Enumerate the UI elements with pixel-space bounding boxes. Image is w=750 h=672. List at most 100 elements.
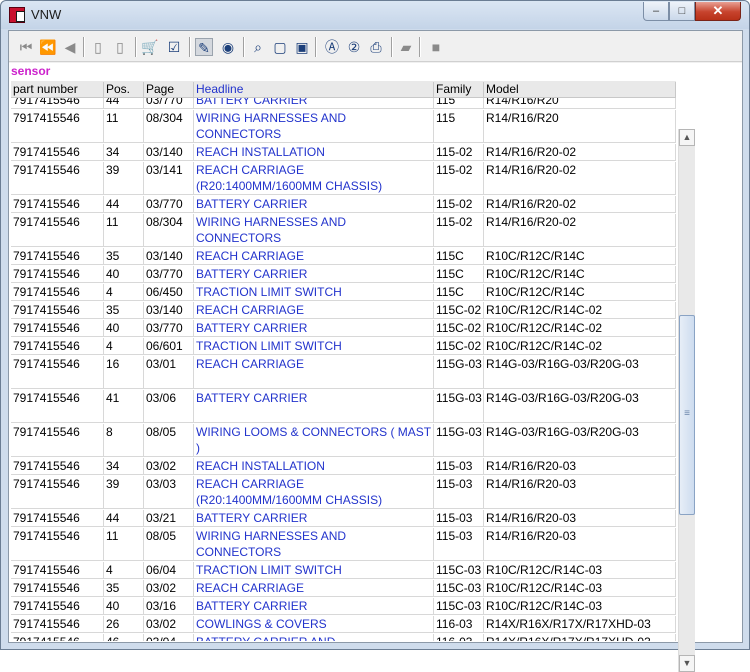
cell-pos: 40: [104, 266, 144, 283]
cell-page: 08/05: [144, 424, 194, 457]
cell-pos: 35: [104, 302, 144, 319]
table-row[interactable]: 7917415546 35 03/02 REACH CARRIAGE 115C-03 R1…: [11, 579, 676, 597]
cell-page: 03/03: [144, 476, 194, 509]
cell-pos: 16: [104, 356, 144, 389]
cell-family: 115-03: [434, 528, 484, 561]
cell-pos: 26: [104, 616, 144, 633]
table-row[interactable]: 7917415546 8 08/05 WIRING LOOMS & CONNECTOR…: [11, 423, 676, 457]
cell-pos: 11: [104, 110, 144, 143]
cell-page: 03/140: [144, 302, 194, 319]
stop-icon[interactable]: ■: [427, 38, 445, 56]
cell-headline: COWLINGS & COVERS: [194, 616, 434, 633]
page-copy-icon[interactable]: ▣: [293, 38, 311, 56]
cell-page: 08/05: [144, 528, 194, 561]
cell-part-number: 7917415546: [11, 616, 104, 633]
results-table[interactable]: part number Pos. Page Headline Family Mo…: [11, 81, 676, 641]
cell-pos: 44: [104, 510, 144, 527]
cell-page: 03/770: [144, 266, 194, 283]
table-row[interactable]: 7917415546 41 03/06 BATTERY CARRIER 115G-03 R…: [11, 389, 676, 423]
cell-page: 03/01: [144, 356, 194, 389]
table-row[interactable]: 7917415546 11 08/304 WIRING HARNESSES AND C…: [11, 213, 676, 247]
globe-icon[interactable]: ◉: [219, 38, 237, 56]
table-row[interactable]: 7917415546 39 03/141 REACH CARRIAGE (R20:14…: [11, 161, 676, 195]
cell-headline: WIRING HARNESSES AND CONNECTORS: [194, 214, 434, 247]
title-bar[interactable]: VNW – □ ✕: [1, 1, 749, 29]
table-row[interactable]: 7917415546 35 03/140 REACH CARRIAGE 115C R10C…: [11, 247, 676, 265]
table-row[interactable]: 7917415546 44 03/770 BATTERY CARRIER 115-02 R…: [11, 195, 676, 213]
pencil-icon[interactable]: ✎: [195, 38, 213, 56]
column-header-part-number[interactable]: part number: [11, 82, 104, 97]
table-row[interactable]: 7917415546 26 03/02 COWLINGS & COVERS 116-03…: [11, 615, 676, 633]
scroll-thumb[interactable]: ≡: [679, 315, 695, 515]
cell-model: R14/R16/R20-03: [484, 528, 676, 561]
cell-model: R14/R16/R20-02: [484, 144, 676, 161]
cell-part-number: 7917415546: [11, 528, 104, 561]
table-row[interactable]: 7917415546 40 03/16 BATTERY CARRIER 115C-03 R…: [11, 597, 676, 615]
table-row[interactable]: 7917415546 34 03/02 REACH INSTALLATION 115-0…: [11, 457, 676, 475]
scroll-down-arrow-icon[interactable]: ▼: [679, 655, 695, 672]
column-header-page[interactable]: Page: [144, 82, 194, 97]
table-row[interactable]: 7917415546 35 03/140 REACH CARRIAGE 115C-02 R…: [11, 301, 676, 319]
search-a-icon[interactable]: Ⓐ: [323, 38, 341, 56]
table-row[interactable]: 7917415546 40 03/770 BATTERY CARRIER 115C-02…: [11, 319, 676, 337]
cell-part-number: 7917415546: [11, 634, 104, 641]
page-back-icon[interactable]: ▯: [89, 38, 107, 56]
table-body: 7917415546 44 03/770 BATTERY CARRIER 115 R14/…: [11, 91, 676, 641]
cell-family: 115C: [434, 248, 484, 265]
cell-headline: REACH INSTALLATION: [194, 458, 434, 475]
checklist-icon[interactable]: ☑: [165, 38, 183, 56]
column-header-headline[interactable]: Headline: [194, 82, 434, 97]
page-icon[interactable]: ▢: [271, 38, 289, 56]
table-row[interactable]: 7917415546 16 03/01 REACH CARRIAGE 115G-03 R1…: [11, 355, 676, 389]
maximize-button[interactable]: □: [669, 2, 695, 21]
page-forward-icon[interactable]: ▯: [111, 38, 129, 56]
column-header-pos[interactable]: Pos.: [104, 82, 144, 97]
table-row[interactable]: 7917415546 4 06/04 TRACTION LIMIT SWITCH 115…: [11, 561, 676, 579]
table-row[interactable]: 7917415546 4 06/450 TRACTION LIMIT SWITCH 11…: [11, 283, 676, 301]
cell-headline: TRACTION LIMIT SWITCH: [194, 284, 434, 301]
table-row[interactable]: 79174155464603/04BATTERY CARRIER AND ...…: [11, 633, 676, 641]
toolbar: ⏮ ⏪ ◀ ▯ ▯ 🛒 ☑ ✎ ◉ ⌕ ▢ ▣ Ⓐ ② ⎙ ▰ ■: [9, 31, 742, 62]
column-header-model[interactable]: Model: [484, 82, 676, 97]
window-title: VNW: [31, 7, 62, 22]
cell-part-number: 7917415546: [11, 214, 104, 247]
table-row[interactable]: 7917415546 34 03/140 REACH INSTALLATION 115-…: [11, 143, 676, 161]
cell-family: 115-02: [434, 162, 484, 195]
print-icon[interactable]: ⎙: [367, 38, 385, 56]
table-row[interactable]: 7917415546 44 03/21 BATTERY CARRIER 115-03 R1…: [11, 509, 676, 527]
cell-page: 06/601: [144, 338, 194, 355]
note-icon[interactable]: ▰: [397, 38, 415, 56]
table-row[interactable]: 7917415546 39 03/03 REACH CARRIAGE (R20:140…: [11, 475, 676, 509]
zoom-icon[interactable]: ⌕: [249, 38, 267, 56]
cell-part-number: 7917415546: [11, 580, 104, 597]
minimize-button[interactable]: –: [643, 2, 669, 21]
app-icon[interactable]: [9, 7, 25, 23]
vertical-scrollbar[interactable]: ▲ ≡ ▼: [678, 129, 695, 672]
toolbar-separator: [135, 37, 137, 57]
toolbar-separator: [315, 37, 317, 57]
cell-headline: BATTERY CARRIER: [194, 390, 434, 423]
cell-model: R10C/R12C/R14C-02: [484, 338, 676, 355]
search-2-icon[interactable]: ②: [345, 38, 363, 56]
cell-part-number: 7917415546: [11, 110, 104, 143]
column-header-family[interactable]: Family: [434, 82, 484, 97]
cell-pos: 39: [104, 476, 144, 509]
table-row[interactable]: 7917415546 40 03/770 BATTERY CARRIER 115C R10…: [11, 265, 676, 283]
table-row[interactable]: 7917415546 11 08/05 WIRING HARNESSES AND CO…: [11, 527, 676, 561]
cell-page: 03/02: [144, 580, 194, 597]
cell-pos: 35: [104, 248, 144, 265]
cell-headline: REACH CARRIAGE: [194, 580, 434, 597]
cell-part-number: 7917415546: [11, 302, 104, 319]
cell-headline: TRACTION LIMIT SWITCH: [194, 562, 434, 579]
previous-icon[interactable]: ◀: [61, 38, 79, 56]
cell-family: 115-02: [434, 144, 484, 161]
cell-page: 03/04: [144, 634, 194, 641]
scroll-up-arrow-icon[interactable]: ▲: [679, 129, 695, 146]
close-button[interactable]: ✕: [695, 2, 741, 21]
table-row[interactable]: 7917415546 4 06/601 TRACTION LIMIT SWITCH 11…: [11, 337, 676, 355]
table-row[interactable]: 7917415546 11 08/304 WIRING HARNESSES AND C…: [11, 109, 676, 143]
previous-fast-icon[interactable]: ⏪: [39, 38, 57, 56]
cart-icon[interactable]: 🛒: [141, 38, 159, 56]
cell-pos: 34: [104, 458, 144, 475]
first-record-icon[interactable]: ⏮: [17, 38, 35, 56]
